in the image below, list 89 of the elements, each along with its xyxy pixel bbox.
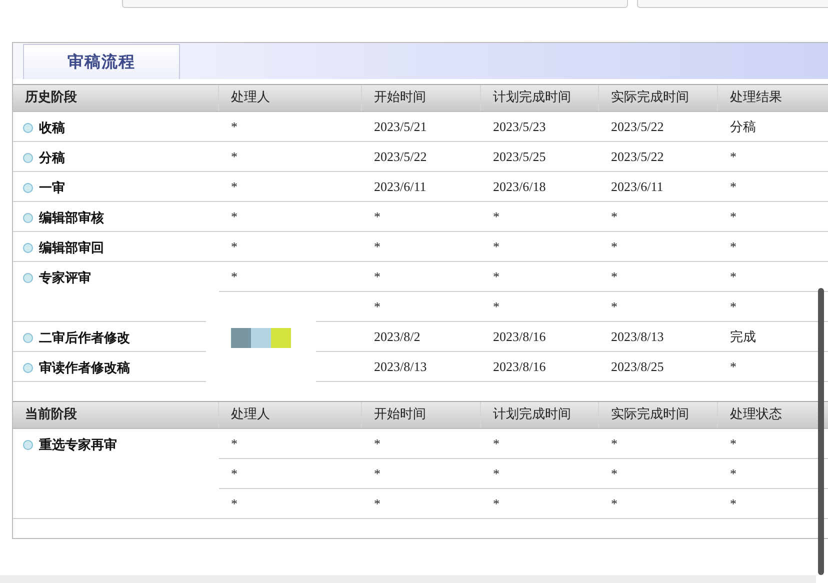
stage-name: 审读作者修改稿	[39, 360, 130, 377]
table-cell: 2023/8/13	[611, 328, 664, 344]
bullet-icon	[23, 243, 33, 253]
table-cell: *	[231, 118, 238, 134]
column-header: 计划完成时间	[481, 402, 599, 428]
column-header: 实际完成时间	[599, 402, 718, 428]
column-header: 实际完成时间	[599, 85, 718, 111]
table-cell: 2023/6/11	[611, 178, 664, 194]
bullet-icon	[23, 123, 33, 133]
table-cell: *	[730, 178, 736, 194]
table-cell: 2023/5/22	[611, 148, 664, 164]
table-cell: *	[730, 298, 736, 314]
table-cell: *	[231, 208, 238, 224]
table-cell: *	[730, 466, 736, 480]
stage-name: 二审后作者修改	[39, 330, 130, 347]
column-header: 处理人	[219, 85, 362, 111]
table-cell: 完成	[730, 328, 756, 344]
bullet-icon	[23, 183, 33, 193]
table-cell: 2023/5/22	[611, 118, 664, 134]
scrollbar[interactable]	[818, 288, 824, 575]
bullet-icon	[23, 363, 33, 373]
column-header: 计划完成时间	[481, 85, 599, 111]
table-cell: *	[231, 496, 238, 510]
table-cell: 2023/8/25	[611, 358, 664, 374]
column-header: 当前阶段	[13, 402, 219, 428]
table-cell: *	[730, 148, 736, 164]
bullet-icon	[23, 273, 33, 283]
table-cell: 2023/6/11	[374, 178, 426, 194]
table-cell: *	[611, 466, 618, 480]
color-swatch-drawing	[231, 328, 291, 348]
table-cell: *	[493, 208, 500, 224]
table-cell: *	[231, 466, 238, 480]
column-header: 开始时间	[362, 402, 481, 428]
table-cell: *	[611, 436, 618, 450]
table-cell: *	[611, 496, 618, 510]
column-header: 处理人	[219, 402, 362, 428]
tab[interactable]: 审稿流程	[23, 44, 180, 79]
table-cell: *	[231, 148, 238, 164]
table-cell: *	[374, 466, 380, 480]
table-cell: *	[374, 436, 380, 450]
table-cell: *	[374, 208, 380, 224]
column-header: 历史阶段	[13, 85, 219, 111]
table-cell: *	[730, 208, 736, 224]
bullet-icon	[23, 213, 33, 223]
table-cell: 2023/8/16	[493, 358, 546, 374]
bullet-icon	[23, 333, 33, 343]
table-cell: *	[493, 496, 500, 510]
stage-name: 分稿	[39, 150, 65, 167]
table-cell: *	[374, 496, 380, 510]
column-header: 开始时间	[362, 85, 481, 111]
stage-name: 收稿	[39, 120, 65, 137]
table-cell: *	[611, 268, 618, 284]
table-cell: *	[374, 268, 380, 284]
table-cell: *	[231, 178, 238, 194]
table-cell: *	[611, 298, 618, 314]
table-cell: *	[611, 208, 618, 224]
table-cell: 2023/5/22	[374, 148, 427, 164]
table-cell: 2023/8/13	[374, 358, 427, 374]
table-cell: *	[231, 268, 238, 284]
bullet-icon	[23, 153, 33, 163]
table-cell: 分稿	[730, 118, 756, 134]
table-cell: *	[493, 436, 500, 450]
table-cell: *	[730, 436, 736, 450]
table-cell: *	[730, 496, 736, 510]
column-header: 处理结果	[718, 85, 828, 111]
table-cell: *	[493, 466, 500, 480]
stage-name: 专家评审	[39, 270, 91, 287]
table-cell: *	[374, 298, 380, 314]
table-cell: *	[611, 238, 618, 254]
table-cell: *	[730, 358, 736, 374]
table-cell: 2023/5/25	[493, 148, 546, 164]
table-cell: *	[493, 298, 500, 314]
table-cell: 2023/8/2	[374, 328, 420, 344]
table-cell: *	[493, 238, 500, 254]
table-cell: 2023/5/23	[493, 118, 546, 134]
table-cell: *	[730, 238, 736, 254]
bullet-icon	[23, 440, 33, 450]
table-cell: *	[374, 238, 380, 254]
table-cell: 2023/8/16	[493, 328, 546, 344]
stage-name: 一审	[39, 180, 65, 197]
table-cell: *	[231, 238, 238, 254]
stage-name: 重选专家再审	[39, 436, 117, 454]
table-cell: *	[730, 268, 736, 284]
stage-name: 编辑部审回	[39, 240, 104, 257]
table-cell: *	[231, 436, 238, 450]
stage-name: 编辑部审核	[39, 210, 104, 227]
table-cell: 2023/5/21	[374, 118, 427, 134]
table-cell: *	[493, 268, 500, 284]
table-cell: 2023/6/18	[493, 178, 546, 194]
